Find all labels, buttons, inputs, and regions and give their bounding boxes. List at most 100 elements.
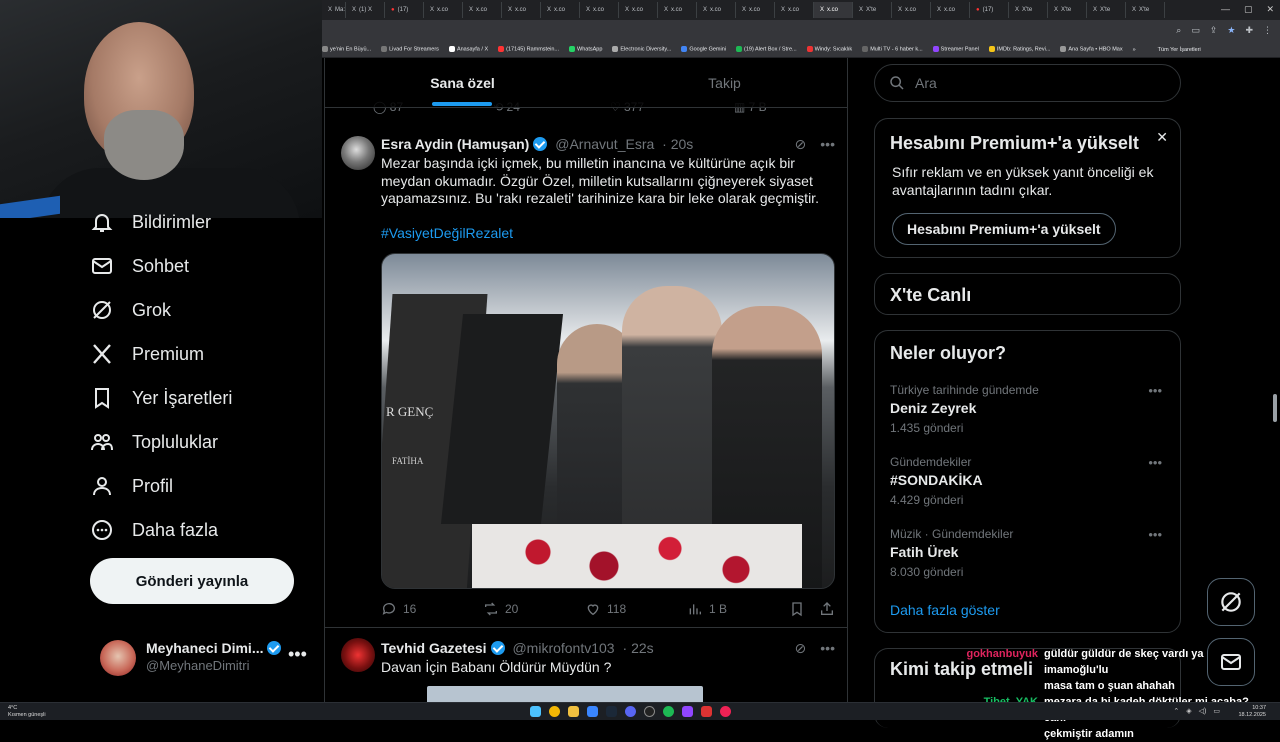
sidebar-item-grok[interactable]: Grok: [90, 288, 171, 332]
grok-icon[interactable]: ⊘: [795, 640, 807, 657]
tweet[interactable]: Esra Aydin (Hamuşan) @Arnavut_Esra · 20s…: [325, 126, 847, 628]
maximize-icon[interactable]: ▢: [1244, 4, 1253, 15]
bookmark-item[interactable]: »: [1133, 47, 1136, 53]
minimize-icon[interactable]: —: [1221, 4, 1230, 15]
trend-item[interactable]: Gündemdekiler #SONDAKİKA 4.429 gönderi •…: [890, 455, 1170, 507]
scrollbar[interactable]: [1273, 394, 1277, 422]
discord-icon[interactable]: [625, 706, 636, 717]
bookmark-item[interactable]: ye'nin En Büyü...: [322, 46, 371, 53]
search-input[interactable]: Ara: [874, 64, 1181, 102]
browser-tab[interactable]: Xx.co: [892, 2, 931, 18]
clock[interactable]: 10:37 18.12.2025: [1238, 705, 1266, 719]
tweet-media-video[interactable]: R GENÇ FATİHA: [381, 253, 835, 589]
more-icon[interactable]: •••: [1148, 455, 1162, 470]
browser-tab[interactable]: X X'te: [1126, 2, 1165, 18]
like-button[interactable]: 118: [585, 601, 626, 617]
tweet-author-name[interactable]: Esra Aydin (Hamuşan): [381, 136, 529, 152]
sidebar-item-daha-fazla[interactable]: Daha fazla: [90, 508, 218, 552]
browser-tab[interactable]: Xx.co: [541, 2, 580, 18]
trend-item[interactable]: Türkiye tarihinde gündemde Deniz Zeyrek …: [890, 383, 1170, 435]
share-icon[interactable]: ⇪: [1210, 25, 1218, 36]
bookmark-item[interactable]: Livad For Streamers: [381, 46, 439, 53]
chrome-icon[interactable]: [549, 706, 560, 717]
browser-tab[interactable]: Xx.co: [502, 2, 541, 18]
bookmark-item[interactable]: WhatsApp: [569, 46, 602, 53]
chevron-up-icon[interactable]: ⌃: [1173, 707, 1179, 715]
extensions-icon[interactable]: ✚: [1245, 25, 1253, 36]
start-icon[interactable]: [530, 706, 541, 717]
more-icon[interactable]: •••: [1148, 383, 1162, 398]
views-button[interactable]: 1 B: [687, 601, 727, 617]
browser-tab[interactable]: Xx.co: [697, 2, 736, 18]
browser-tab[interactable]: Xx.co: [463, 2, 502, 18]
sidebar-item-sohbet[interactable]: Sohbet: [90, 244, 189, 288]
browser-tab[interactable]: X X'te: [1009, 2, 1048, 18]
post-button[interactable]: Gönderi yayınla: [90, 558, 294, 604]
tab-following[interactable]: Takip: [600, 58, 847, 108]
browser-tab[interactable]: ● (17): [970, 2, 1009, 18]
repost-button[interactable]: 20: [483, 601, 518, 617]
more-icon[interactable]: •••: [288, 644, 307, 665]
cast-icon[interactable]: ▭: [1191, 25, 1200, 36]
browser-tab[interactable]: Xx.co: [775, 2, 814, 18]
sidebar-item-bildirimler[interactable]: Bildirimler: [90, 200, 211, 244]
premium-upgrade-button[interactable]: Hesabını Premium+'a yükselt: [892, 213, 1116, 245]
volume-icon[interactable]: ◁): [1199, 707, 1207, 715]
bookmark-item[interactable]: Windy: Sıcaklık: [806, 46, 852, 53]
browser-tab[interactable]: Xx.co: [814, 2, 853, 18]
browser-tab[interactable]: Xx.co: [931, 2, 970, 18]
app-icon[interactable]: [720, 706, 731, 717]
store-icon[interactable]: [587, 706, 598, 717]
reply-button[interactable]: 16: [381, 601, 416, 617]
browser-tab[interactable]: Xx.co: [658, 2, 697, 18]
sidebar-item-profil[interactable]: Profil: [90, 464, 173, 508]
close-icon[interactable]: ✕: [1156, 129, 1168, 146]
share-button[interactable]: [819, 601, 835, 617]
browser-tab[interactable]: ● (17): [385, 2, 424, 18]
weather-widget[interactable]: 4°C Kısmen güneşli: [8, 705, 46, 719]
spotify-icon[interactable]: [663, 706, 674, 717]
live-card[interactable]: X'te Canlı: [874, 273, 1181, 315]
menu-icon[interactable]: ⋮: [1263, 25, 1272, 36]
browser-tab[interactable]: Xx.co: [736, 2, 775, 18]
bookmark-item[interactable]: Streamer Panel: [932, 46, 979, 53]
star-icon[interactable]: ★: [1227, 25, 1235, 36]
bookmark-item[interactable]: (17145) Rammstein...: [498, 46, 559, 53]
sidebar-item-topluluklar[interactable]: Topluluklar: [90, 420, 218, 464]
more-icon[interactable]: •••: [820, 640, 835, 657]
tweet-handle[interactable]: @Arnavut_Esra: [555, 136, 654, 152]
browser-tab[interactable]: Xx.co: [619, 2, 658, 18]
browser-tab[interactable]: X X'te: [1048, 2, 1087, 18]
bookmark-item[interactable]: Anasayfa / X: [448, 46, 488, 53]
network-icon[interactable]: ◈: [1186, 707, 1191, 715]
bookmark-item[interactable]: Tüm Yer İşaretleri: [1158, 47, 1201, 53]
bookmark-item[interactable]: Google Gemini: [681, 46, 726, 53]
avatar[interactable]: [341, 136, 375, 170]
tab-for-you[interactable]: Sana özel: [325, 58, 600, 108]
folder-icon[interactable]: [568, 706, 579, 717]
battery-icon[interactable]: ▭: [1213, 707, 1220, 715]
close-icon[interactable]: ✕: [1266, 4, 1274, 15]
sidebar-item-yer-i-şaretleri[interactable]: Yer İşaretleri: [90, 376, 232, 420]
browser-tab[interactable]: X Ma:: [322, 2, 346, 18]
bookmark-item[interactable]: IMDb: Ratings, Revi...: [988, 46, 1050, 53]
bookmark-item[interactable]: Electronic Diversity...: [612, 46, 671, 53]
grok-icon[interactable]: ⊘: [795, 136, 807, 153]
browser-tab[interactable]: Xx.co: [424, 2, 463, 18]
steam-icon[interactable]: [606, 706, 617, 717]
account-switcher[interactable]: Meyhaneci Dimi... @MeyhaneDimitri •••: [100, 636, 322, 680]
tweet-hashtag[interactable]: #VasiyetDeğilRezalet: [381, 225, 837, 243]
app-icon[interactable]: [701, 706, 712, 717]
avatar[interactable]: [341, 638, 375, 672]
browser-tab[interactable]: X (1) X: [346, 2, 385, 18]
grok-fab[interactable]: [1207, 578, 1255, 626]
zoom-icon[interactable]: ⌕: [1176, 25, 1181, 36]
more-icon[interactable]: •••: [820, 136, 835, 153]
sidebar-item-premium[interactable]: Premium: [90, 332, 204, 376]
bookmark-button[interactable]: [789, 601, 805, 617]
tweet[interactable]: Tevhid Gazetesi @mikrofontv103 · 22s ⊘ •…: [325, 628, 847, 704]
trend-item[interactable]: Müzik · Gündemdekiler Fatih Ürek 8.030 g…: [890, 527, 1170, 579]
obs-icon[interactable]: [644, 706, 655, 717]
tweet-time[interactable]: 22s: [631, 640, 654, 656]
bookmark-item[interactable]: Multi TV - 6 haber k...: [862, 46, 923, 53]
